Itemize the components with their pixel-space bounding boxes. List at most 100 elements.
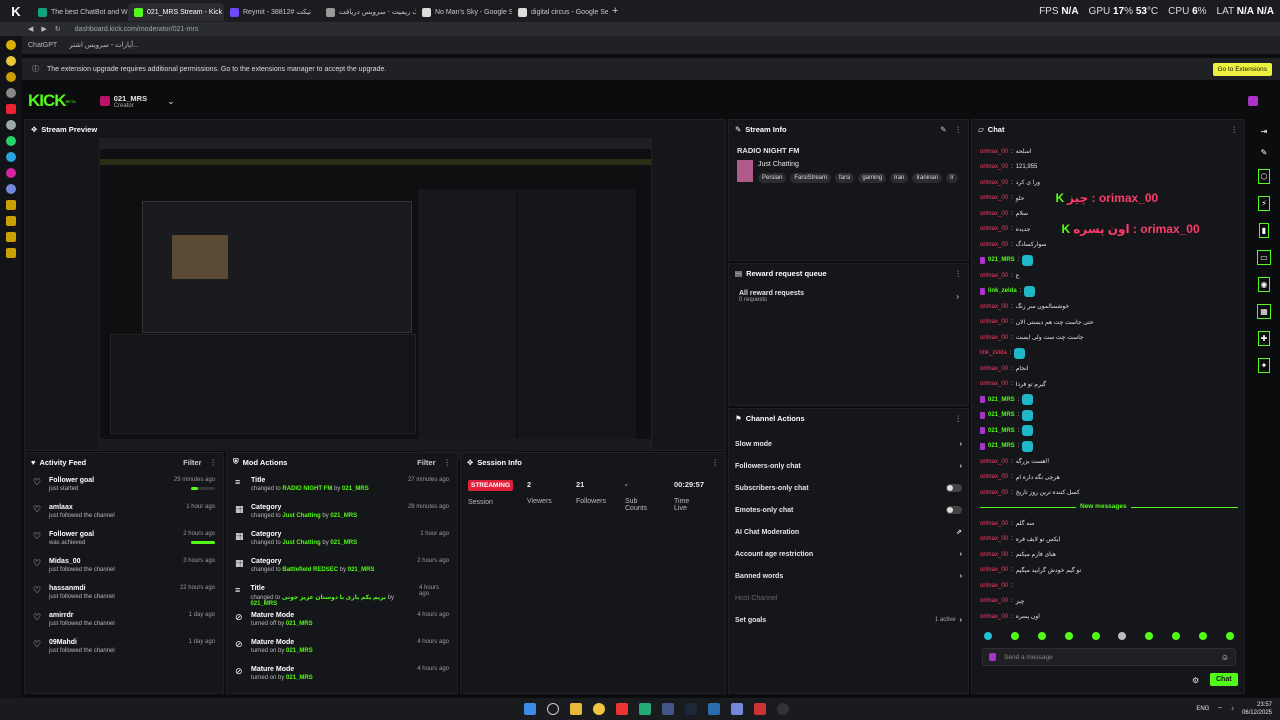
chat-username[interactable]: orimax_00	[980, 366, 1008, 372]
chat-username[interactable]: orimax_00	[980, 567, 1008, 573]
stream-tag[interactable]: Iraninan	[912, 173, 943, 183]
chat-message[interactable]: orimax_00: ایکس تو لایف فره	[972, 532, 1244, 548]
chat-message[interactable]: orimax_00: حتی جاست چت هم دیستی الان	[972, 315, 1244, 331]
mod-filter-button[interactable]: Filter	[417, 458, 435, 467]
app-icon[interactable]	[639, 703, 651, 715]
chat-message[interactable]: orimax_00: جاست چت ست ولی ایست	[972, 330, 1244, 346]
more-icon[interactable]: ⋮	[955, 125, 963, 134]
chat-message[interactable]: orimax_00: خوشسالمون سر زنگ	[972, 299, 1244, 315]
plugin-icon[interactable]: ✦	[1257, 358, 1271, 373]
browser-icon[interactable]	[616, 703, 628, 715]
chat-username[interactable]: orimax_00	[980, 180, 1008, 186]
clock[interactable]: 23:57 06/12/2025	[1242, 701, 1272, 717]
bookmark-chatgpt[interactable]: ChatGPT	[28, 42, 57, 49]
mod-action-item[interactable]: ≡ Title changed to بریم یکم بازی با دوستان…	[227, 585, 457, 612]
chat-message[interactable]: 021_MRS:	[972, 423, 1244, 439]
chat-username[interactable]: 021_MRS	[988, 397, 1015, 403]
activity-item[interactable]: ♡ amirrdr just followed the channel 1 day a…	[25, 612, 223, 639]
chat-username[interactable]: orimax_00	[980, 459, 1008, 465]
language-indicator[interactable]: ENG	[1196, 706, 1209, 712]
chat-username[interactable]: orimax_00	[980, 335, 1008, 341]
channel-switch-chevron-icon[interactable]: ⌄	[167, 96, 175, 107]
back-icon[interactable]: ◀	[28, 25, 33, 33]
telegram-icon[interactable]	[6, 152, 16, 162]
app-icon[interactable]	[708, 703, 720, 715]
stream-tag[interactable]: Persian	[758, 173, 787, 183]
more-icon[interactable]: ⋮	[1231, 125, 1239, 134]
chart-icon[interactable]	[662, 703, 674, 715]
emote-icon[interactable]	[1091, 632, 1100, 640]
channel-action-item[interactable]: Subscribers-only chat	[729, 477, 968, 499]
forward-icon[interactable]: ▶	[41, 25, 46, 33]
media-icon[interactable]	[777, 703, 789, 715]
file-explorer-icon[interactable]	[570, 703, 582, 715]
pen-icon[interactable]: ✎	[1261, 148, 1268, 157]
chat-username[interactable]: orimax_00	[980, 164, 1008, 170]
more-icon[interactable]: ⋮	[955, 269, 963, 278]
instagram-icon[interactable]	[6, 168, 16, 178]
mod-action-item[interactable]: ▦ Category changed to Battlefield REDSEC b…	[227, 558, 457, 585]
extension-icon[interactable]	[6, 248, 16, 258]
app-icon[interactable]	[754, 703, 766, 715]
search-icon[interactable]	[547, 703, 559, 715]
activity-item[interactable]: ♡ hassanmdi just followed the channel 22 ho…	[25, 585, 223, 612]
emote-icon[interactable]	[1172, 632, 1181, 640]
chat-message[interactable]: orimax_00: هرچی نگه داره ام	[972, 470, 1244, 486]
chat-message[interactable]: orimax_00: ورا ی کرد	[972, 175, 1244, 191]
extension-icon[interactable]	[6, 72, 16, 82]
all-reward-requests[interactable]: All reward requests 0 requests ›	[739, 290, 959, 303]
mod-action-item[interactable]: ⊘ Mature Mode turned on by 021_MRS 4 hours …	[227, 639, 457, 666]
channel-action-item[interactable]: Set goals 1 active ›	[729, 609, 968, 631]
windows-start-icon[interactable]	[524, 703, 536, 715]
chat-message[interactable]: orimax_00: جدیده K اون پسره : orimax_00	[972, 222, 1244, 238]
chat-input[interactable]: Send a message ☺	[982, 648, 1236, 666]
chat-username[interactable]: 021_MRS	[988, 257, 1015, 263]
chat-username[interactable]: orimax_00	[980, 474, 1008, 480]
chat-message[interactable]: 021_MRS:	[972, 408, 1244, 424]
new-tab-button[interactable]: +	[612, 5, 618, 17]
chat-message[interactable]: orimax_00: هست بزرگه!!	[972, 454, 1244, 470]
emote-icon[interactable]	[1118, 632, 1127, 640]
channel-action-item[interactable]: Emotes-only chat	[729, 499, 968, 521]
bookmark-aparat[interactable]: آپارات - سرویس اشتر...	[69, 41, 139, 49]
more-icon[interactable]: ⋮	[955, 414, 963, 423]
category-name[interactable]: Just Chatting	[758, 161, 799, 168]
chat-username[interactable]: orimax_00	[980, 381, 1008, 387]
activity-item[interactable]: ♡ amlaax just followed the channel 1 hour a…	[25, 504, 223, 531]
wifi-icon[interactable]: ⌔	[1217, 705, 1223, 713]
chat-username[interactable]: orimax_00	[980, 490, 1008, 496]
kick-app-icon[interactable]: K	[0, 0, 32, 22]
stream-tag[interactable]: gaming	[858, 173, 887, 183]
chat-send-button[interactable]: Chat	[1210, 673, 1238, 686]
chat-message[interactable]: orimax_00: حلو K چیز : orimax_00	[972, 191, 1244, 207]
chat-username[interactable]: link_zelda	[980, 350, 1007, 356]
chat-message[interactable]: 021_MRS:	[972, 439, 1244, 455]
chat-username[interactable]: link_zelda	[988, 288, 1017, 294]
toggle-switch[interactable]	[946, 506, 962, 514]
chat-message[interactable]: 021_MRS:	[972, 253, 1244, 269]
chat-message[interactable]: orimax_00: گیرم تو فردا	[972, 377, 1244, 393]
whatsapp-icon[interactable]	[6, 136, 16, 146]
extension-icon[interactable]	[6, 40, 16, 50]
browser-tab[interactable]: digital circus - Google Se	[512, 3, 608, 21]
steam-icon[interactable]	[685, 703, 697, 715]
move-icon[interactable]: ✥	[467, 458, 473, 467]
chat-username[interactable]: orimax_00	[980, 304, 1008, 310]
emoji-icon[interactable]: ☺	[1221, 653, 1229, 662]
stream-tag[interactable]: Iran	[890, 173, 909, 183]
chat-username[interactable]: 021_MRS	[988, 443, 1015, 449]
emote-icon[interactable]	[1145, 632, 1154, 640]
stream-tag[interactable]: FarsiStream	[790, 173, 832, 183]
volume-icon[interactable]: ♪	[1231, 706, 1234, 712]
new-messages-label[interactable]: New messages	[1076, 503, 1131, 510]
chat-message[interactable]: orimax_00: ع	[972, 268, 1244, 284]
chat-message[interactable]: orimax_00: چیز	[972, 594, 1244, 610]
chat-message[interactable]: link_zelda:	[972, 284, 1244, 300]
discord-icon[interactable]	[6, 184, 16, 194]
emote-icon[interactable]	[1010, 632, 1019, 640]
chat-message[interactable]: orimax_00:	[972, 578, 1244, 594]
chat-username[interactable]: orimax_00	[980, 614, 1008, 620]
lightning-icon[interactable]: ⚡	[1258, 196, 1270, 211]
browser-tab[interactable]: No Man's Sky - Google S	[416, 3, 512, 21]
channel-action-item[interactable]: Followers-only chat ›	[729, 455, 968, 477]
